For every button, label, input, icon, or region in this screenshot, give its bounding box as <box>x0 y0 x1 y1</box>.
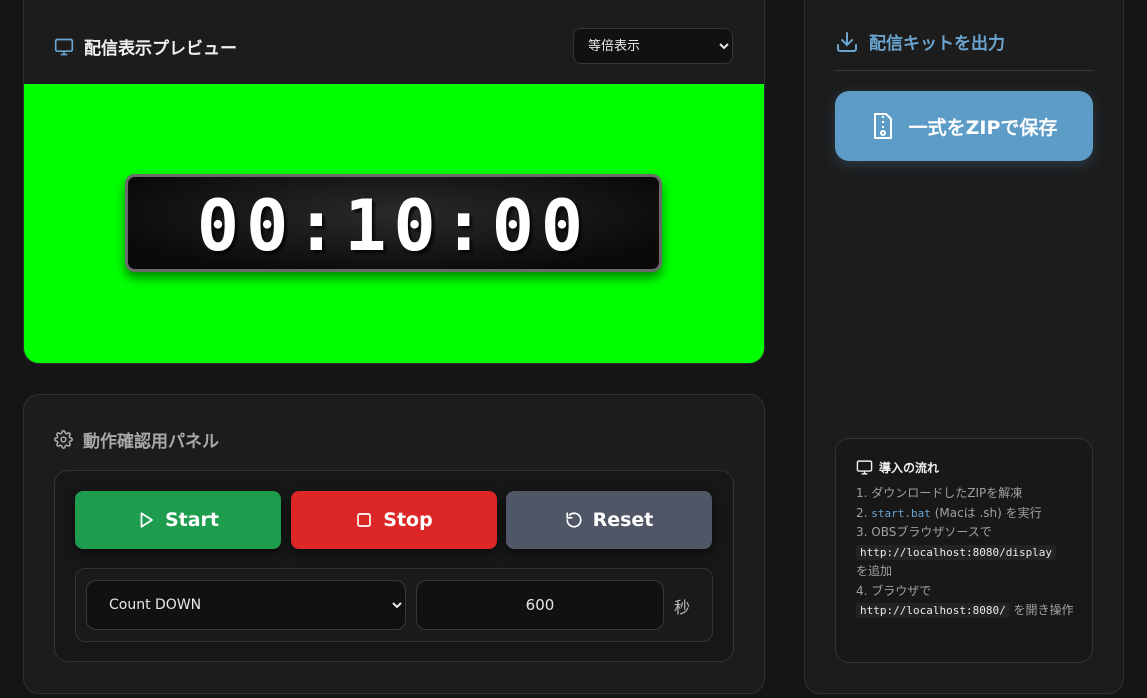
gear-icon <box>54 430 73 449</box>
control-url-code: http://localhost:8080/ <box>856 603 1010 618</box>
preview-card: 配信表示プレビュー 等倍表示 00:10:00 <box>23 0 765 364</box>
step-4-suffix: を開き操作 <box>1009 603 1074 617</box>
timer-text: 00:10:00 <box>196 185 591 267</box>
step-4-prefix: 4. ブラウザで <box>856 583 932 598</box>
export-title: 配信キットを出力 <box>835 29 1005 54</box>
step-2-prefix: 2. <box>856 505 872 520</box>
divider <box>835 70 1093 71</box>
reset-icon <box>566 512 582 528</box>
monitor-icon <box>54 38 74 55</box>
seconds-unit-label: 秒 <box>674 598 691 617</box>
count-mode-select[interactable]: Count DOWN <box>86 580 406 630</box>
step-3-suffix: を追加 <box>856 564 893 578</box>
timer-settings-row: Count DOWN 秒 <box>75 568 713 642</box>
play-icon <box>140 512 153 528</box>
step-1: 1. ダウンロードしたZIPを解凍 <box>856 486 1023 500</box>
timer-display: 00:10:00 <box>125 174 662 272</box>
control-group: Start Stop Reset Count DOWN 秒 <box>54 470 734 662</box>
start-bat-code: start.bat <box>871 506 931 520</box>
step-2: 2. start.bat (Macは .sh) を実行 <box>856 504 1078 524</box>
save-zip-button[interactable]: 一式をZIPで保存 <box>835 91 1093 161</box>
display-url-code: http://localhost:8080/display <box>856 544 1057 560</box>
step-2-suffix: (Macは .sh) を実行 <box>930 505 1042 520</box>
panel-title: 動作確認用パネル <box>54 427 219 452</box>
preview-title-text: 配信表示プレビュー <box>84 39 237 59</box>
seconds-input[interactable] <box>416 580 664 630</box>
setup-flow-title-text: 導入の流れ <box>879 461 940 475</box>
chroma-preview-area: 00:10:00 <box>24 84 764 363</box>
reset-button[interactable]: Reset <box>506 491 712 549</box>
stop-label: Stop <box>383 509 433 531</box>
zoom-select[interactable]: 等倍表示 <box>573 28 733 64</box>
setup-steps: 1. ダウンロードしたZIPを解凍 2. start.bat (Macは .sh… <box>856 484 1078 621</box>
step-3-prefix: 3. OBSブラウザソースで <box>856 525 992 539</box>
export-card: 配信キットを出力 一式をZIPで保存 導入の流れ 1. ダウンロードしたZIPを… <box>804 0 1124 694</box>
reset-label: Reset <box>592 509 654 531</box>
save-zip-label: 一式をZIPで保存 <box>908 116 1058 139</box>
zip-file-icon <box>873 113 892 139</box>
export-title-text: 配信キットを出力 <box>869 34 1005 54</box>
stop-button[interactable]: Stop <box>291 491 497 549</box>
panel-title-text: 動作確認用パネル <box>83 432 219 452</box>
preview-title: 配信表示プレビュー <box>54 34 237 59</box>
control-panel-card: 動作確認用パネル Start Stop Reset Count DOWN 秒 <box>23 394 765 694</box>
start-button[interactable]: Start <box>75 491 281 549</box>
setup-flow-box: 導入の流れ 1. ダウンロードしたZIPを解凍 2. start.bat (Ma… <box>835 438 1093 663</box>
start-label: Start <box>164 509 220 531</box>
stop-icon <box>357 513 372 527</box>
download-icon <box>837 31 857 52</box>
step-4: 4. ブラウザで http://localhost:8080/ を開き操作 <box>856 582 1078 621</box>
monitor-icon <box>856 460 873 475</box>
setup-flow-title: 導入の流れ <box>856 459 939 476</box>
step-3: 3. OBSブラウザソースで http://localhost:8080/disp… <box>856 523 1078 582</box>
